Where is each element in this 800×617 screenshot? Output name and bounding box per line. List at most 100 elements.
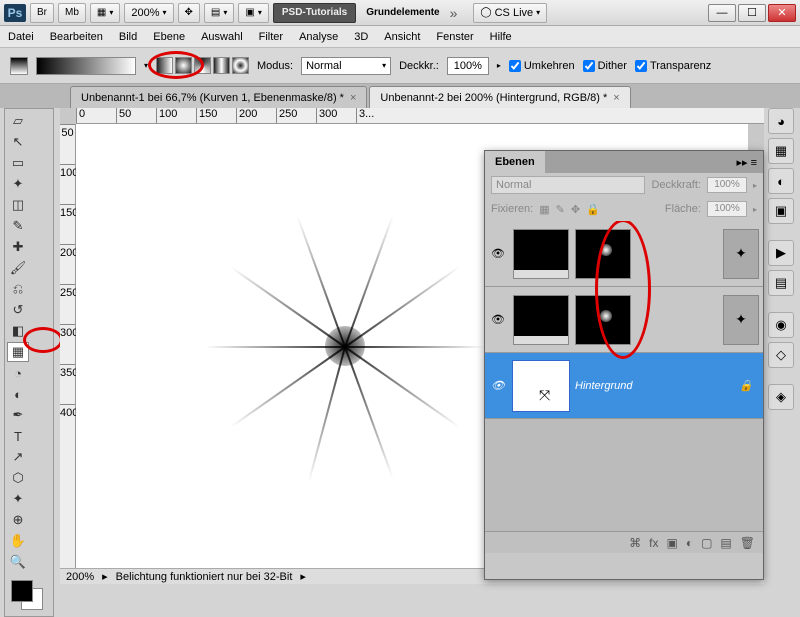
menu-datei[interactable]: Datei xyxy=(8,31,34,43)
gradient-preview[interactable] xyxy=(36,57,136,75)
heal-tool[interactable]: ✚ xyxy=(7,237,29,257)
dock-actions-icon[interactable]: ▶ xyxy=(768,240,794,266)
dock-brush-icon[interactable]: ▤ xyxy=(768,270,794,296)
layer-row[interactable]: 👁 ✦ xyxy=(485,287,763,353)
crop-tool[interactable]: ◫ xyxy=(7,195,29,215)
gradient-linear[interactable] xyxy=(156,57,173,74)
hand-tool[interactable]: ✋ xyxy=(7,531,29,551)
fx-thumb[interactable]: ✦ xyxy=(723,295,759,345)
delete-layer-icon[interactable]: 🗑 xyxy=(740,536,755,550)
marquee-tool[interactable]: ▭ xyxy=(7,153,29,173)
layer-thumb[interactable] xyxy=(513,229,569,279)
opacity-input[interactable]: 100% xyxy=(707,177,747,193)
eyedrop-tool[interactable]: ✎ xyxy=(7,216,29,236)
3dcam-tool[interactable]: ⊕ xyxy=(7,510,29,530)
lock-trans-icon[interactable]: ▦ xyxy=(539,203,549,216)
dock-color-icon[interactable]: ◕ xyxy=(768,108,794,134)
menu-analyse[interactable]: Analyse xyxy=(299,31,338,43)
arrange-button[interactable]: ▤ ▾ xyxy=(204,3,234,23)
status-zoom[interactable]: 200% xyxy=(66,571,94,583)
workspace-psdtutorials[interactable]: PSD-Tutorials xyxy=(273,3,356,23)
add-mask-icon[interactable]: ▣ xyxy=(666,536,677,550)
tab-close-icon[interactable]: × xyxy=(613,92,619,104)
layer-row[interactable]: 👁 ✦ xyxy=(485,221,763,287)
fill-input[interactable]: 100% xyxy=(707,201,747,217)
layers-panel[interactable]: Ebenen ▸▸ ≡ Normal Deckkraft: 100% ▸ Fix… xyxy=(484,150,764,580)
dock-layers-icon[interactable]: ◈ xyxy=(768,384,794,410)
close-button[interactable]: ✕ xyxy=(768,4,796,22)
arrow-tool[interactable]: ↖ xyxy=(7,132,29,152)
minimize-button[interactable]: — xyxy=(708,4,736,22)
zoom-level[interactable]: 200% ▾ xyxy=(124,3,173,23)
wand-tool[interactable]: ✦ xyxy=(7,174,29,194)
gradient-picker-icon[interactable]: ▾ xyxy=(144,61,148,70)
menu-hilfe[interactable]: Hilfe xyxy=(490,31,512,43)
blend-mode-select[interactable]: Normal xyxy=(491,176,645,194)
cb-dither[interactable]: Dither xyxy=(583,60,627,72)
zoom-tool[interactable]: 🔍 xyxy=(7,552,29,572)
group-icon[interactable]: ▢ xyxy=(701,536,712,550)
menu-bearbeiten[interactable]: Bearbeiten xyxy=(50,31,103,43)
layer-row-hintergrund[interactable]: 👁 ⤧ Hintergrund 🔒 xyxy=(485,353,763,419)
gradient-reflected[interactable] xyxy=(213,57,230,74)
minibridge-button[interactable]: Mb xyxy=(58,3,86,23)
visibility-icon[interactable]: 👁 xyxy=(489,247,507,261)
eraser-tool[interactable]: ◧ xyxy=(7,321,29,341)
tab-close-icon[interactable]: × xyxy=(350,92,356,104)
dock-adjust-icon[interactable]: ◐ xyxy=(768,168,794,194)
visibility-icon[interactable]: 👁 xyxy=(489,313,507,327)
mask-thumb[interactable] xyxy=(575,295,631,345)
layer-thumb[interactable] xyxy=(513,295,569,345)
stamp-tool[interactable]: ⎌ xyxy=(7,279,29,299)
deckkraft-input[interactable]: 100% xyxy=(447,57,489,75)
menu-ebene[interactable]: Ebene xyxy=(153,31,185,43)
dock-paths-icon[interactable]: ◇ xyxy=(768,342,794,368)
dock-mask-icon[interactable]: ▣ xyxy=(768,198,794,224)
bridge-button[interactable]: Br xyxy=(30,3,54,23)
deckkraft-arrow-icon[interactable]: ▸ xyxy=(497,61,501,70)
type-tool[interactable]: T xyxy=(7,426,29,446)
hand-button[interactable]: ✥ xyxy=(178,3,200,23)
lock-pixels-icon[interactable]: ✎ xyxy=(556,203,565,216)
pen-tool[interactable]: ✒ xyxy=(7,405,29,425)
adjust-layer-icon[interactable]: ◐ xyxy=(686,536,693,550)
fg-color-swatch[interactable] xyxy=(11,580,33,602)
menu-fenster[interactable]: Fenster xyxy=(436,31,473,43)
dodge-tool[interactable]: ◐ xyxy=(7,384,29,404)
doc-tab-2[interactable]: Unbenannt-2 bei 200% (Hintergrund, RGB/8… xyxy=(369,86,630,108)
visibility-icon[interactable]: 👁 xyxy=(489,379,507,393)
layer-thumb[interactable]: ⤧ xyxy=(513,361,569,411)
menu-auswahl[interactable]: Auswahl xyxy=(201,31,243,43)
blur-tool[interactable]: ◔ xyxy=(7,363,29,383)
shape-tool[interactable]: ⬡ xyxy=(7,468,29,488)
panel-collapse-icon[interactable]: ▸▸ ≡ xyxy=(730,156,763,169)
modus-select[interactable]: Normal▾ xyxy=(301,57,391,75)
viewext-button[interactable]: ▦ ▾ xyxy=(90,3,120,23)
maximize-button[interactable]: ☐ xyxy=(738,4,766,22)
lock-pos-icon[interactable]: ✥ xyxy=(571,203,580,216)
workspace-grundelemente[interactable]: Grundelemente xyxy=(360,3,445,23)
fx-thumb[interactable]: ✦ xyxy=(723,229,759,279)
gradient-tool[interactable]: ▦ xyxy=(7,342,29,362)
link-layers-icon[interactable]: ⌘ xyxy=(629,536,641,550)
cslive-button[interactable]: ◯ CS Live ▾ xyxy=(473,3,547,23)
menu-bild[interactable]: Bild xyxy=(119,31,137,43)
workspace-more-icon[interactable]: » xyxy=(450,5,458,21)
cb-transparenz[interactable]: Transparenz xyxy=(635,60,711,72)
dock-swatches-icon[interactable]: ▦ xyxy=(768,138,794,164)
move-tool[interactable]: ▱ xyxy=(7,111,29,131)
menu-ansicht[interactable]: Ansicht xyxy=(384,31,420,43)
tool-preset[interactable] xyxy=(10,57,28,75)
fx-icon[interactable]: fx xyxy=(649,536,658,550)
gradient-diamond[interactable] xyxy=(232,57,249,74)
gradient-radial[interactable] xyxy=(175,57,192,74)
dock-channels-icon[interactable]: ◉ xyxy=(768,312,794,338)
menu-3d[interactable]: 3D xyxy=(354,31,368,43)
path-tool[interactable]: ↗ xyxy=(7,447,29,467)
menu-filter[interactable]: Filter xyxy=(259,31,283,43)
layer-name[interactable]: Hintergrund xyxy=(575,380,733,392)
3d-tool[interactable]: ✦ xyxy=(7,489,29,509)
doc-tab-1[interactable]: Unbenannt-1 bei 66,7% (Kurven 1, Ebenenm… xyxy=(70,86,367,108)
lock-all-icon[interactable]: 🔒 xyxy=(586,203,600,216)
panel-tab-ebenen[interactable]: Ebenen xyxy=(485,151,545,173)
